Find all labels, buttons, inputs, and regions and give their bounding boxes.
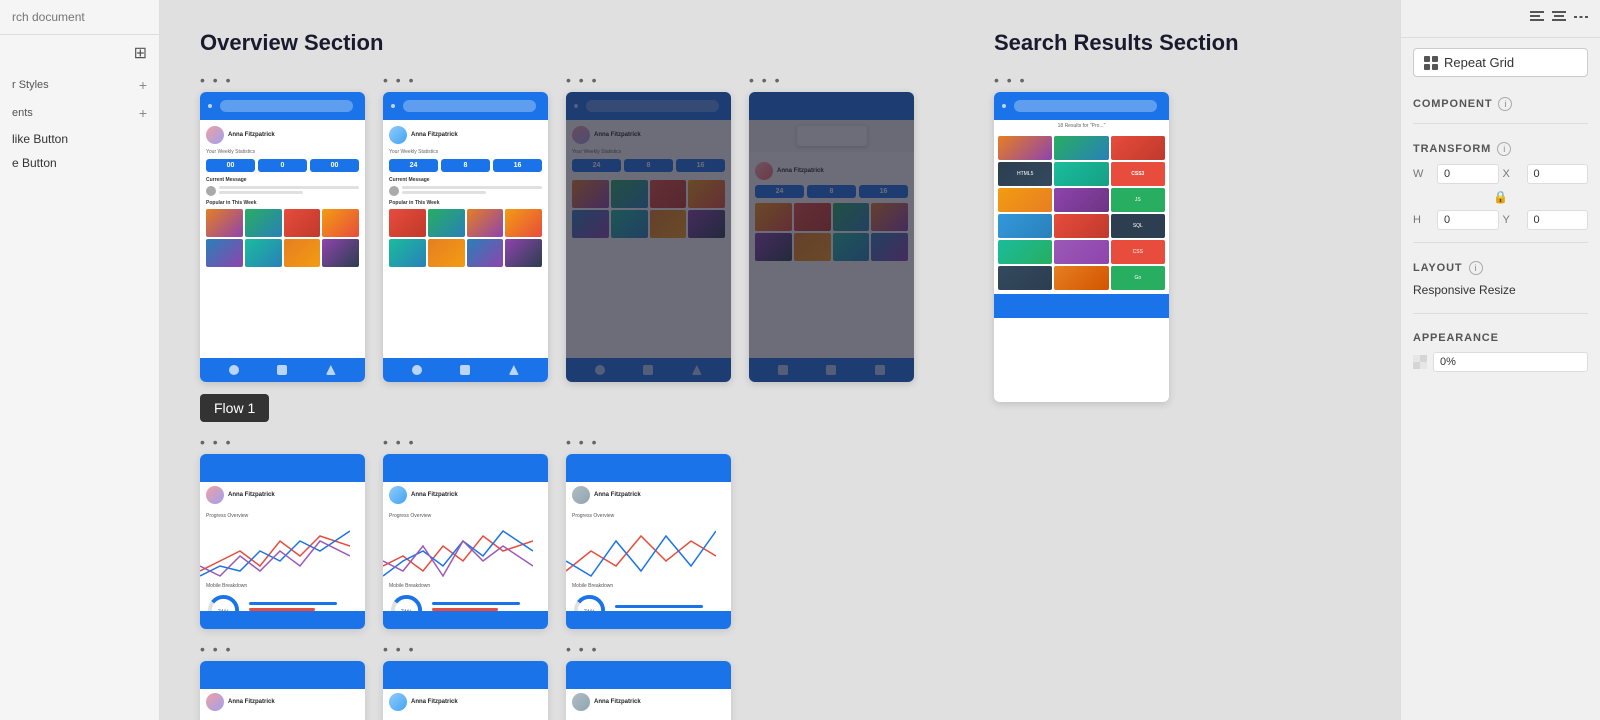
overview-artboard-row-1: • • • Anna Fitzpatrick Your Weekly Stati… (200, 72, 914, 382)
divider-2 (1413, 242, 1588, 243)
artboard-group-3: • • • Anna Fitzpatrick Your Weekly Stati… (566, 72, 731, 382)
progress-artboard-3[interactable]: Anna Fitzpatrick Progress Overview Mobil… (566, 454, 731, 629)
progress-artboard-6[interactable]: Anna Fitzpatrick (566, 661, 731, 720)
layer-styles-section: r Styles + (0, 71, 159, 99)
y-input[interactable] (1527, 210, 1589, 230)
appearance-section-header: APPEARANCE (1401, 322, 1600, 348)
grid-view-button[interactable]: ⊞ (134, 43, 147, 63)
progress-group-3: • • • Anna Fitzpatrick Progress Overview (566, 434, 731, 629)
divider-1 (1413, 123, 1588, 124)
x-input[interactable] (1527, 164, 1589, 184)
artboard-dots-4: • • • (749, 72, 914, 88)
transform-w-x-row: W X (1401, 160, 1600, 188)
transform-h-y-row: H Y (1401, 206, 1600, 234)
progress-dots-2: • • • (383, 434, 548, 450)
add-layer-style-button[interactable]: + (139, 77, 147, 93)
x-label: X (1503, 168, 1523, 180)
left-panel: ▾ ⊞ r Styles + ents + like Button e Butt… (0, 0, 160, 720)
artboard-dots-3: • • • (566, 72, 731, 88)
align-left-button[interactable] (1530, 10, 1544, 27)
repeat-grid-icon (1424, 56, 1438, 70)
progress-artboard-4[interactable]: Anna Fitzpatrick (200, 661, 365, 720)
y-label: Y (1503, 214, 1523, 226)
elements-section: ents + (0, 99, 159, 127)
progress-dots-6: • • • (566, 641, 731, 657)
opacity-icon (1413, 355, 1427, 369)
artboard-thumb-2[interactable]: Anna Fitzpatrick Your Weekly Statistics … (383, 92, 548, 382)
overview-section-title: Overview Section (200, 30, 914, 56)
search-artboard-group: • • • 18 Results for "Pro..." HTML5 CSS3… (994, 72, 1239, 402)
transform-section-header: TRANSFORM i (1401, 132, 1600, 160)
overview-section: Overview Section • • • Anna Fitzpatrick … (200, 30, 914, 720)
right-panel: Repeat Grid COMPONENT i TRANSFORM i W X … (1400, 0, 1600, 720)
divider-3 (1413, 313, 1588, 314)
search-doc-bar[interactable]: ▾ (0, 0, 159, 35)
sections-wrapper: Overview Section • • • Anna Fitzpatrick … (200, 30, 1360, 720)
search-artboard[interactable]: 18 Results for "Pro..." HTML5 CSS3 JS (994, 92, 1169, 402)
opacity-row (1401, 348, 1600, 376)
layer-styles-label: r Styles (12, 79, 49, 91)
layout-info-icon[interactable]: i (1469, 261, 1483, 275)
component-info-icon[interactable]: i (1498, 97, 1512, 111)
w-label: W (1413, 168, 1433, 180)
progress-dots-1: • • • (200, 434, 365, 450)
transform-info-icon[interactable]: i (1497, 142, 1511, 156)
sidebar-item-e-button[interactable]: e Button (0, 151, 159, 175)
artboard-dots-1: • • • (200, 72, 365, 88)
repeat-grid-label: Repeat Grid (1444, 55, 1514, 70)
main-canvas: Overview Section • • • Anna Fitzpatrick … (160, 0, 1400, 720)
add-element-button[interactable]: + (139, 105, 147, 121)
right-panel-top-icons (1401, 0, 1600, 38)
repeat-grid-button[interactable]: Repeat Grid (1413, 48, 1588, 77)
responsive-resize-label: Responsive Resize (1401, 279, 1600, 305)
search-results-section: Search Results Section • • • 18 Results … (994, 30, 1239, 720)
sidebar-item-like-button[interactable]: like Button (0, 127, 159, 151)
progress-dots-3: • • • (566, 434, 731, 450)
progress-group-1: • • • Anna Fitzpatrick Progress Overview (200, 434, 365, 629)
flow-label: Flow 1 (200, 394, 269, 422)
search-results-title: Search Results Section (994, 30, 1239, 56)
progress-group-4: • • • Anna Fitzpatrick (200, 641, 365, 720)
progress-dots-5: • • • (383, 641, 548, 657)
artboard-dots-2: • • • (383, 72, 548, 88)
transform-label: TRANSFORM (1413, 143, 1491, 155)
artboard-group-4: • • • Anna Fitzpatrick 24 (749, 72, 914, 382)
progress-row-2: • • • Anna Fitzpatrick (200, 641, 914, 720)
progress-artboard-2[interactable]: Anna Fitzpatrick Progress Overview Mobil… (383, 454, 548, 629)
appearance-label: APPEARANCE (1413, 332, 1499, 344)
lock-icon[interactable]: 🔒 (1493, 190, 1508, 204)
search-document-input[interactable] (12, 10, 167, 24)
progress-dots-4: • • • (200, 641, 365, 657)
h-input[interactable] (1437, 210, 1499, 230)
component-section-header: COMPONENT i (1401, 87, 1600, 115)
progress-row-1: • • • Anna Fitzpatrick Progress Overview (200, 434, 914, 629)
artboard-group-1: • • • Anna Fitzpatrick Your Weekly Stati… (200, 72, 365, 382)
align-center-button[interactable] (1552, 10, 1566, 27)
elements-label: ents (12, 107, 33, 119)
artboard-thumb-1[interactable]: Anna Fitzpatrick Your Weekly Statistics … (200, 92, 365, 382)
search-artboard-dots: • • • (994, 72, 1239, 88)
progress-artboard-5[interactable]: Anna Fitzpatrick (383, 661, 548, 720)
layout-label: LAYOUT (1413, 262, 1463, 274)
component-label: COMPONENT (1413, 98, 1492, 110)
artboard-group-2: • • • Anna Fitzpatrick Your Weekly Stati… (383, 72, 548, 382)
progress-artboard-1[interactable]: Anna Fitzpatrick Progress Overview Mobil… (200, 454, 365, 629)
progress-group-2: • • • Anna Fitzpatrick Progress Overview (383, 434, 548, 629)
more-options-button[interactable] (1574, 10, 1588, 27)
layout-section-header: LAYOUT i (1401, 251, 1600, 279)
artboard-thumb-4[interactable]: Anna Fitzpatrick 24 8 16 (749, 92, 914, 382)
opacity-input[interactable] (1433, 352, 1588, 372)
progress-group-6: • • • Anna Fitzpatrick (566, 641, 731, 720)
h-label: H (1413, 214, 1433, 226)
artboard-thumb-3[interactable]: Anna Fitzpatrick Your Weekly Statistics … (566, 92, 731, 382)
w-input[interactable] (1437, 164, 1499, 184)
progress-group-5: • • • Anna Fitzpatrick (383, 641, 548, 720)
view-toggle: ⊞ (0, 35, 159, 71)
